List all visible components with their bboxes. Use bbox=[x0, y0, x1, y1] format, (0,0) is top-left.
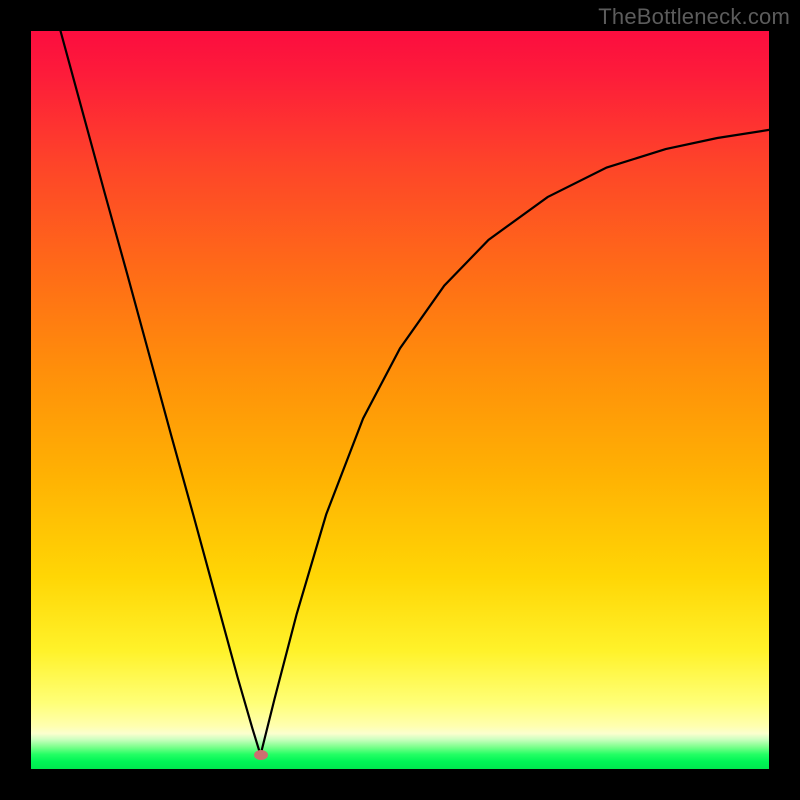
curve-left-branch bbox=[61, 31, 261, 755]
chart-canvas: TheBottleneck.com bbox=[0, 0, 800, 800]
curve-right-branch bbox=[261, 130, 769, 755]
watermark-text: TheBottleneck.com bbox=[598, 4, 790, 30]
plot-area bbox=[31, 31, 769, 769]
bottleneck-curve bbox=[31, 31, 769, 769]
minimum-marker bbox=[254, 750, 268, 760]
